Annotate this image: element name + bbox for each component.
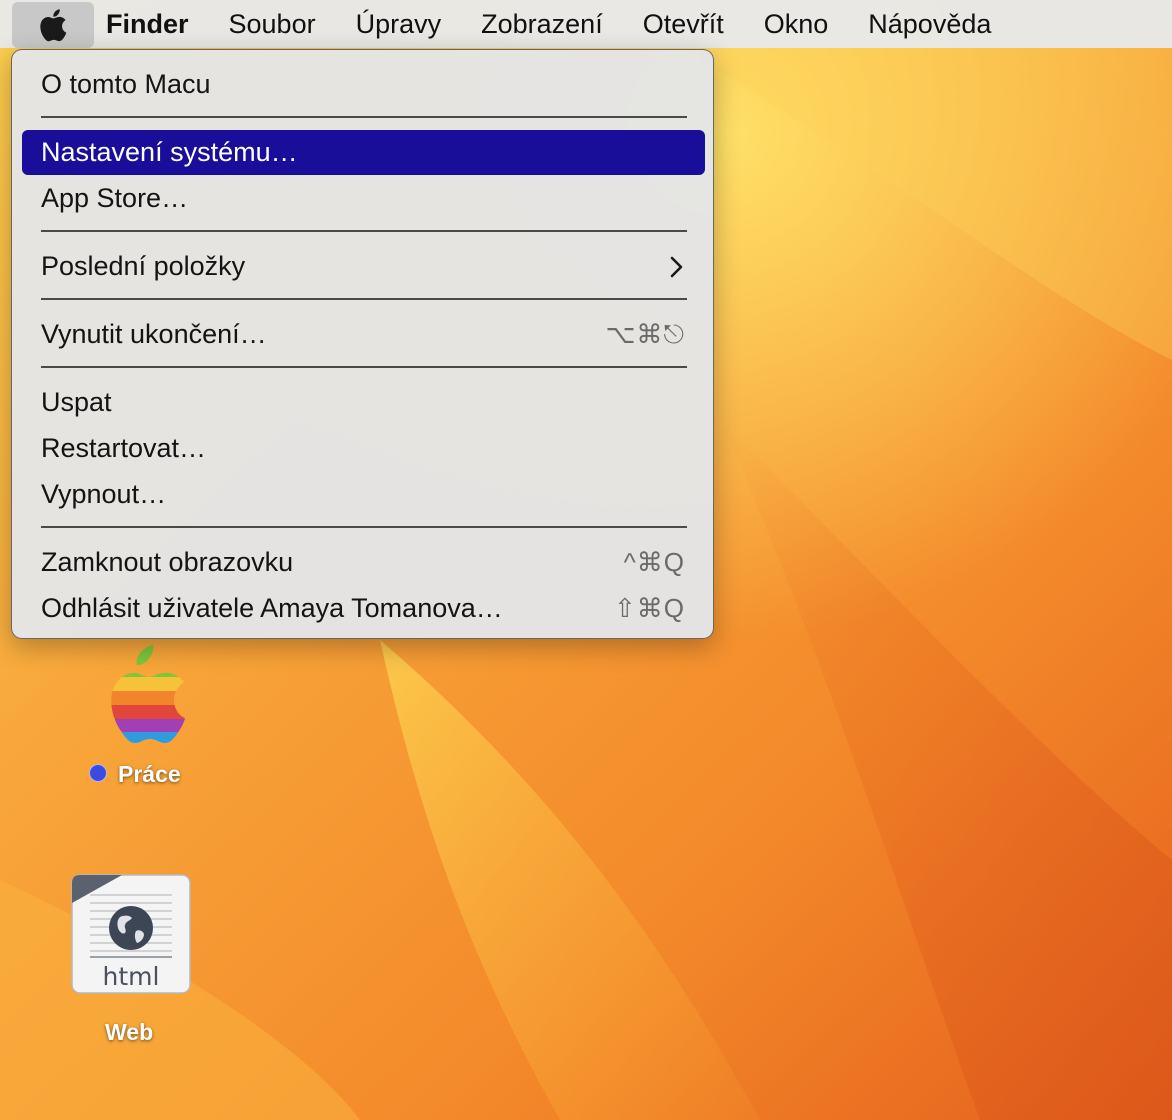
desktop-icon-label: Web (105, 1019, 154, 1045)
menubar-otevrit[interactable]: Otevřít (623, 0, 744, 48)
menu-item-label: Vynutit ukončení… (41, 319, 267, 349)
menu-separator (41, 366, 687, 368)
desktop-icon-web[interactable]: html (70, 873, 192, 995)
menu-item-system-settings[interactable]: Nastavení systému… (22, 130, 705, 175)
html-icon-text: html (103, 962, 160, 991)
menubar-zobrazeni[interactable]: Zobrazení (461, 0, 623, 48)
menu-bar: Finder Soubor Úpravy Zobrazení Otevřít O… (0, 0, 1172, 48)
menu-item-sleep[interactable]: Uspat (22, 380, 705, 425)
menu-separator (41, 526, 687, 528)
menu-item-recent-items[interactable]: Poslední položky (22, 244, 705, 289)
shortcut-label: ⇧⌘Q (613, 593, 685, 623)
menu-item-label: Zamknout obrazovku (41, 547, 294, 577)
menu-item-restart[interactable]: Restartovat… (22, 426, 705, 471)
menu-item-label: O tomto Macu (41, 69, 211, 99)
desktop-icon-label: Práce (118, 761, 181, 787)
menu-item-label: Restartovat… (41, 433, 207, 463)
menubar-soubor[interactable]: Soubor (209, 0, 336, 48)
rainbow-apple-folder-icon (111, 645, 185, 743)
desktop-icon-prace[interactable] (78, 630, 194, 746)
color-tag-dot (89, 764, 107, 782)
menu-item-lock-screen[interactable]: Zamknout obrazovku ^⌘Q (22, 540, 705, 585)
menu-separator (41, 298, 687, 300)
menubar-okno[interactable]: Okno (744, 0, 849, 48)
menu-item-label: Nastavení systému… (41, 137, 298, 167)
menu-item-label: Poslední položky (41, 251, 246, 281)
menu-item-about-this-mac[interactable]: O tomto Macu (22, 62, 705, 107)
menubar-upravy[interactable]: Úpravy (336, 0, 462, 48)
menu-item-shut-down[interactable]: Vypnout… (22, 472, 705, 517)
menu-item-app-store[interactable]: App Store… (22, 176, 705, 221)
menu-separator (41, 116, 687, 118)
shortcut-label: ⌥⌘⎋ (605, 318, 685, 349)
menu-item-label: Vypnout… (41, 479, 167, 509)
menu-item-label: App Store… (41, 183, 189, 213)
shortcut-label: ^⌘Q (623, 547, 685, 577)
menu-item-label: Uspat (41, 387, 112, 417)
apple-menu: O tomto Macu Nastavení systému… App Stor… (11, 49, 714, 639)
menubar-app-name[interactable]: Finder (94, 0, 209, 48)
menu-item-log-out[interactable]: Odhlásit uživatele Amaya Tomanova… ⇧⌘Q (22, 586, 705, 631)
menu-separator (41, 230, 687, 232)
apple-logo-icon (40, 8, 67, 41)
chevron-right-icon (669, 255, 685, 279)
apple-menu-button[interactable] (12, 1, 94, 48)
menu-item-force-quit[interactable]: Vynutit ukončení… ⌥⌘⎋ (22, 312, 705, 357)
menu-item-label: Odhlásit uživatele Amaya Tomanova… (41, 593, 503, 623)
menubar-napoveda[interactable]: Nápověda (848, 0, 1011, 48)
html-document-icon: html (71, 874, 191, 994)
